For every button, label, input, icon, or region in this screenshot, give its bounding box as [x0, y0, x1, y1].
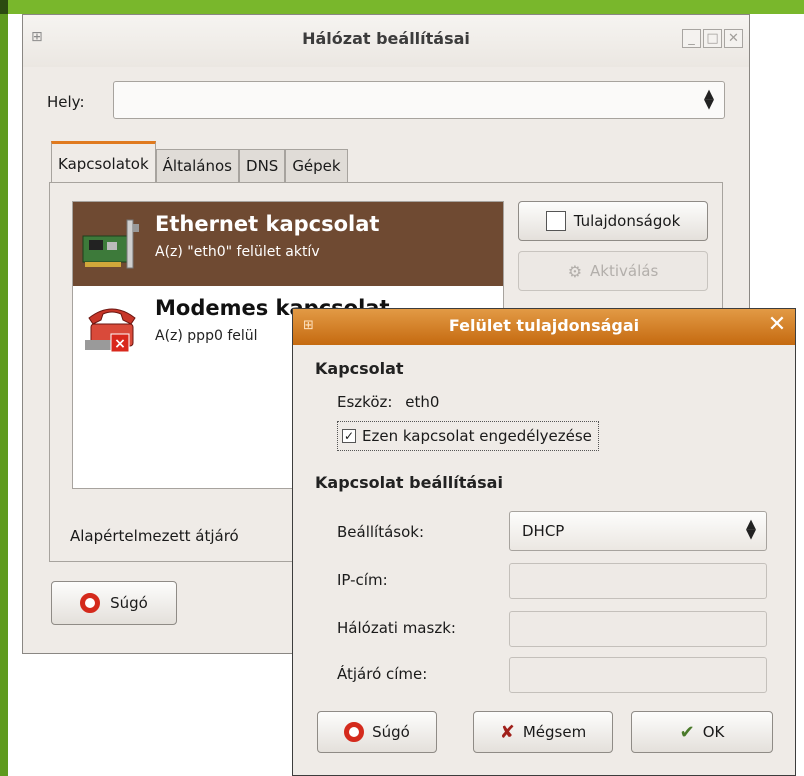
- enable-connection-checkbox[interactable]: ✓ Ezen kapcsolat engedélyezése: [337, 421, 599, 451]
- connection-name: Ethernet kapcsolat: [155, 212, 380, 236]
- device-value: eth0: [405, 393, 440, 411]
- default-gateway-label: Alapértelmezett átjáró: [70, 527, 239, 545]
- close-icon[interactable]: ✕: [765, 314, 789, 338]
- window-title: Hálózat beállításai: [302, 29, 470, 48]
- cancel-x-icon: ✘: [499, 721, 515, 743]
- mask-field[interactable]: [509, 611, 767, 647]
- activate-button-label: Aktiválás: [590, 262, 659, 280]
- connection-description: A(z) "eth0" felület aktív: [155, 244, 320, 260]
- combo-arrows-icon: ▲ ▼: [746, 517, 756, 542]
- gateway-address-field[interactable]: [509, 657, 767, 693]
- tab-general[interactable]: Általános: [155, 149, 240, 183]
- checkmark-icon: ✓: [342, 429, 356, 443]
- device-row: Eszköz: eth0: [337, 393, 439, 411]
- enable-checkbox-label: Ezen kapcsolat engedélyezése: [362, 427, 592, 445]
- tab-bar: Kapcsolatok Általános DNS Gépek: [51, 139, 348, 183]
- modem-phone-icon: ×: [85, 308, 136, 353]
- list-item-ethernet[interactable]: Ethernet kapcsolat A(z) "eth0" felület a…: [73, 202, 503, 286]
- cancel-button[interactable]: ✘ Mégsem: [473, 711, 613, 753]
- page-corner-mark: [0, 0, 8, 14]
- minimize-icon[interactable]: _: [682, 29, 701, 48]
- close-icon[interactable]: ✕: [724, 29, 743, 48]
- properties-button[interactable]: Tulajdonságok: [518, 201, 708, 241]
- cancel-button-label: Mégsem: [522, 723, 587, 741]
- section-settings: Kapcsolat beállításai: [315, 473, 503, 492]
- svg-text:×: ×: [114, 336, 126, 352]
- ok-hand-icon: ✔: [679, 721, 695, 743]
- location-label: Hely:: [47, 93, 85, 111]
- window-titlebar[interactable]: ⊞ Hálózat beállításai _ □ ✕: [23, 15, 749, 67]
- settings-value: DHCP: [522, 522, 565, 540]
- tab-dns[interactable]: DNS: [239, 149, 286, 183]
- ip-field[interactable]: [509, 563, 767, 599]
- dialog-help-button[interactable]: Súgó: [317, 711, 437, 753]
- activate-button[interactable]: ⚙ Aktiválás: [518, 251, 708, 291]
- network-card-icon: [82, 219, 139, 269]
- location-combo[interactable]: ▲ ▼: [113, 81, 725, 119]
- settings-label: Beállítások:: [337, 523, 425, 541]
- ok-button-label: OK: [702, 723, 725, 741]
- interface-properties-dialog: ⊞ Felület tulajdonságai ✕ Kapcsolat Eszk…: [292, 308, 796, 776]
- tab-hosts[interactable]: Gépek: [285, 149, 348, 183]
- help-button[interactable]: Súgó: [51, 581, 177, 625]
- ok-button[interactable]: ✔ OK: [631, 711, 773, 753]
- device-label: Eszköz:: [337, 393, 393, 411]
- gears-icon: ⚙: [567, 261, 583, 281]
- page-top-border: [0, 0, 804, 14]
- dialog-help-label: Súgó: [372, 723, 410, 741]
- page-left-border: [0, 0, 8, 776]
- ip-label: IP-cím:: [337, 571, 388, 589]
- dialog-title: Felület tulajdonságai: [448, 316, 640, 335]
- tab-connections[interactable]: Kapcsolatok: [51, 141, 156, 183]
- section-connection: Kapcsolat: [315, 359, 404, 378]
- mask-label: Hálózati maszk:: [337, 619, 456, 637]
- properties-icon: [545, 211, 566, 231]
- combo-arrows-icon: ▲ ▼: [704, 87, 714, 112]
- gateway-address-label: Átjáró címe:: [337, 665, 428, 683]
- maximize-icon[interactable]: □: [703, 29, 722, 48]
- settings-combo[interactable]: DHCP ▲ ▼: [509, 511, 767, 551]
- window-controls: _ □ ✕: [682, 29, 743, 48]
- dialog-titlebar[interactable]: ⊞ Felület tulajdonságai ✕: [293, 309, 795, 345]
- properties-button-label: Tulajdonságok: [573, 212, 681, 230]
- help-button-label: Súgó: [110, 594, 148, 612]
- lifebuoy-icon: [80, 593, 101, 613]
- lifebuoy-icon: [344, 722, 365, 742]
- connection-description: A(z) ppp0 felül: [155, 328, 258, 344]
